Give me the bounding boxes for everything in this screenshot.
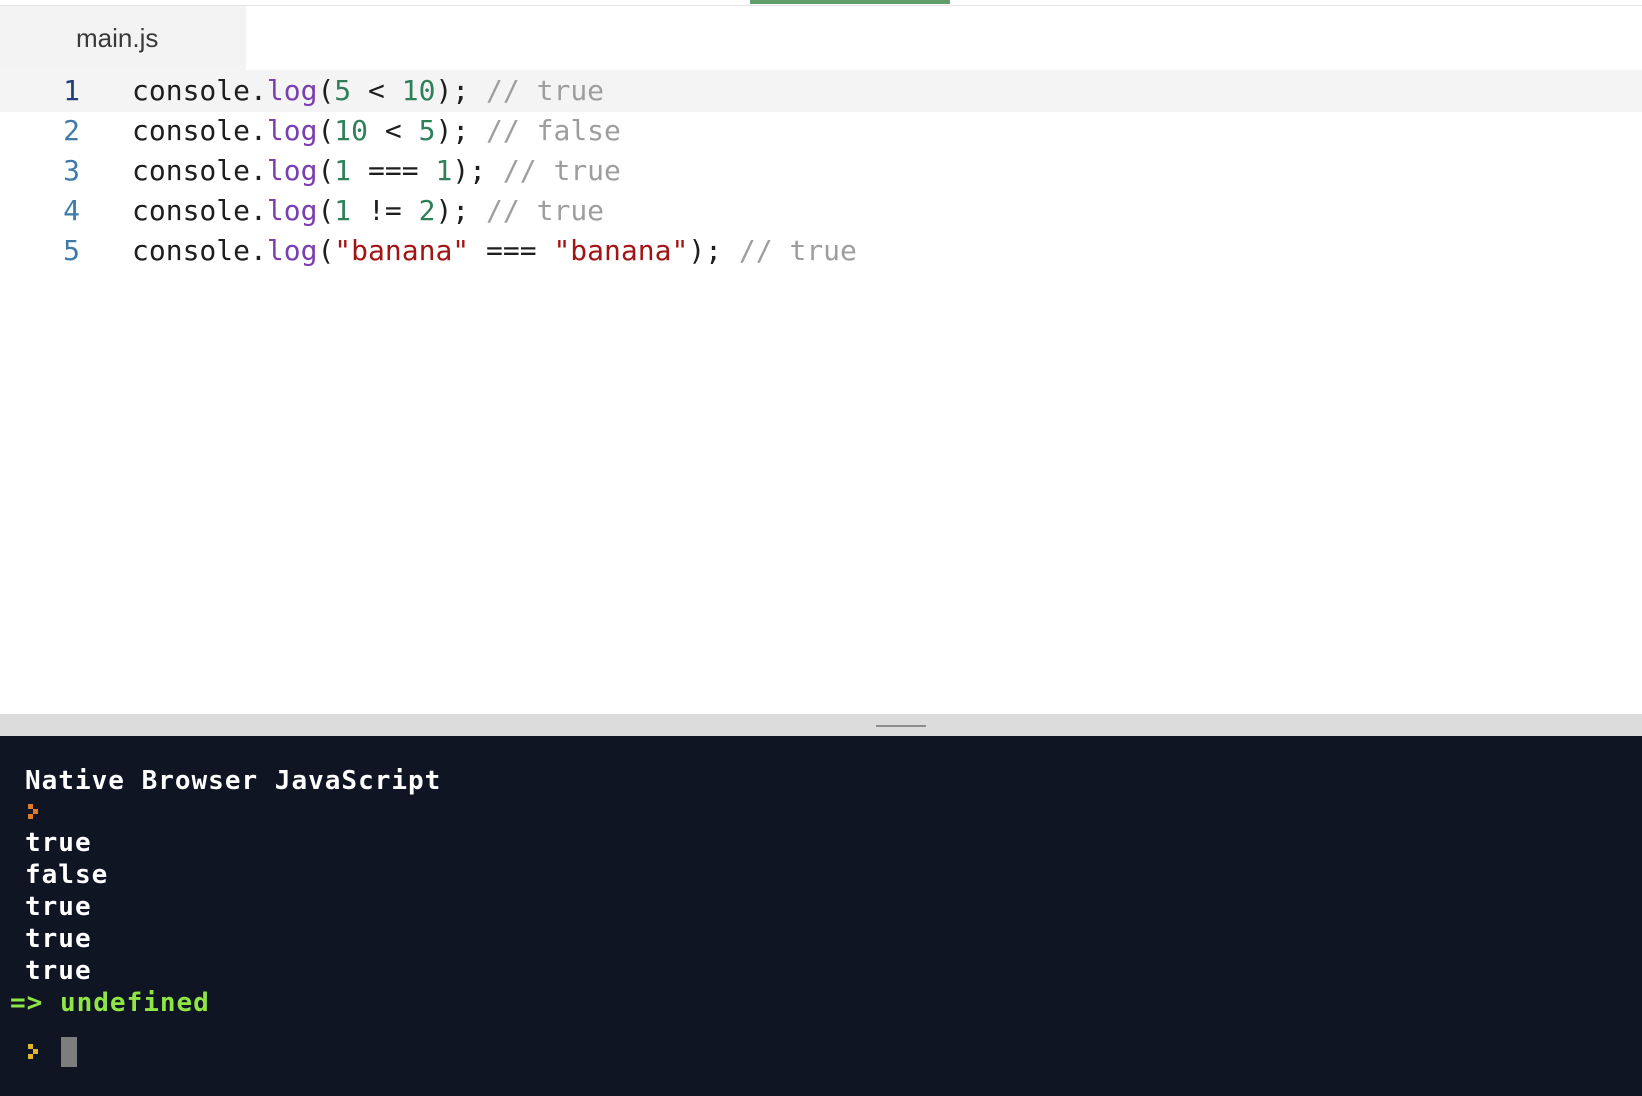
code-token: log	[266, 74, 318, 107]
code-token: ===	[351, 154, 436, 187]
code-token: !=	[351, 194, 419, 227]
code-token: console.	[132, 234, 267, 267]
code-token: );	[435, 114, 487, 147]
prompt-arrow-icon	[28, 804, 42, 820]
console-cursor	[61, 1037, 77, 1067]
console-output-line: true	[25, 828, 92, 858]
line-number: 1	[63, 74, 80, 107]
code-token: log	[266, 194, 318, 227]
code-token: // true	[486, 74, 605, 107]
code-token: log	[266, 154, 318, 187]
console-header: Native Browser JavaScript	[25, 766, 442, 796]
code-token: );	[452, 154, 503, 187]
code-token: // true	[502, 154, 621, 187]
code-line[interactable]: 4 console.log(1 != 2); // true	[0, 190, 1642, 232]
code-token: (	[317, 114, 335, 147]
console-result-line: => undefined	[10, 988, 210, 1018]
code-token: "banana"	[553, 234, 689, 267]
line-number: 5	[63, 234, 80, 267]
code-token: (	[317, 154, 335, 187]
code-token: 10	[334, 114, 369, 147]
code-token: 1	[334, 194, 352, 227]
prompt-arrow-icon	[28, 1044, 42, 1060]
console-output-line: true	[25, 892, 92, 922]
console-panel[interactable]: Native Browser JavaScript true false true t…	[0, 736, 1642, 1096]
code-text: console.log(1 != 2); // true	[132, 190, 604, 232]
code-token: "banana"	[334, 234, 470, 267]
code-token: );	[435, 74, 487, 107]
code-token: );	[688, 234, 739, 267]
progress-indicator	[750, 0, 950, 4]
code-token: ===	[469, 234, 554, 267]
code-text: console.log("banana" === "banana"); // t…	[132, 230, 857, 272]
line-number: 3	[63, 154, 80, 187]
code-token: log	[266, 234, 318, 267]
code-text: console.log(5 < 10); // true	[132, 70, 604, 112]
code-token: 10	[401, 74, 436, 107]
tab-main-js[interactable]: main.js	[0, 6, 246, 70]
code-token: // true	[486, 194, 605, 227]
code-text: console.log(10 < 5); // false	[132, 110, 621, 152]
code-token: // true	[738, 234, 857, 267]
code-token: (	[317, 234, 335, 267]
code-token: <	[351, 74, 402, 107]
code-token: 2	[418, 194, 436, 227]
splitter-handle-icon[interactable]	[876, 725, 926, 727]
code-token: 5	[334, 74, 352, 107]
console-output-line: true	[25, 924, 92, 954]
code-token: (	[317, 74, 335, 107]
panel-splitter[interactable]	[0, 714, 1642, 736]
code-token: (	[317, 194, 335, 227]
code-token: <	[368, 114, 419, 147]
code-line[interactable]: 3 console.log(1 === 1); // true	[0, 150, 1642, 192]
code-line[interactable]: 1 console.log(5 < 10); // true	[0, 70, 1642, 112]
code-token: 5	[418, 114, 436, 147]
code-token: 1	[435, 154, 453, 187]
code-token: console.	[132, 74, 267, 107]
code-token: );	[435, 194, 487, 227]
code-token: // false	[486, 114, 621, 147]
console-output-line: true	[25, 956, 92, 986]
console-output-line: false	[25, 860, 109, 890]
code-token: console.	[132, 114, 267, 147]
code-line[interactable]: 5 console.log("banana" === "banana"); // …	[0, 230, 1642, 272]
code-text: console.log(1 === 1); // true	[132, 150, 621, 192]
tab-bar: main.js	[0, 6, 1642, 70]
code-token: 1	[334, 154, 352, 187]
line-number: 4	[63, 194, 80, 227]
code-line[interactable]: 2 console.log(10 < 5); // false	[0, 110, 1642, 152]
code-token: console.	[132, 194, 267, 227]
code-token: console.	[132, 154, 267, 187]
line-number: 2	[63, 114, 80, 147]
code-token: log	[266, 114, 318, 147]
code-editor[interactable]: 1 console.log(5 < 10); // true 2 console.lo…	[0, 70, 1642, 714]
